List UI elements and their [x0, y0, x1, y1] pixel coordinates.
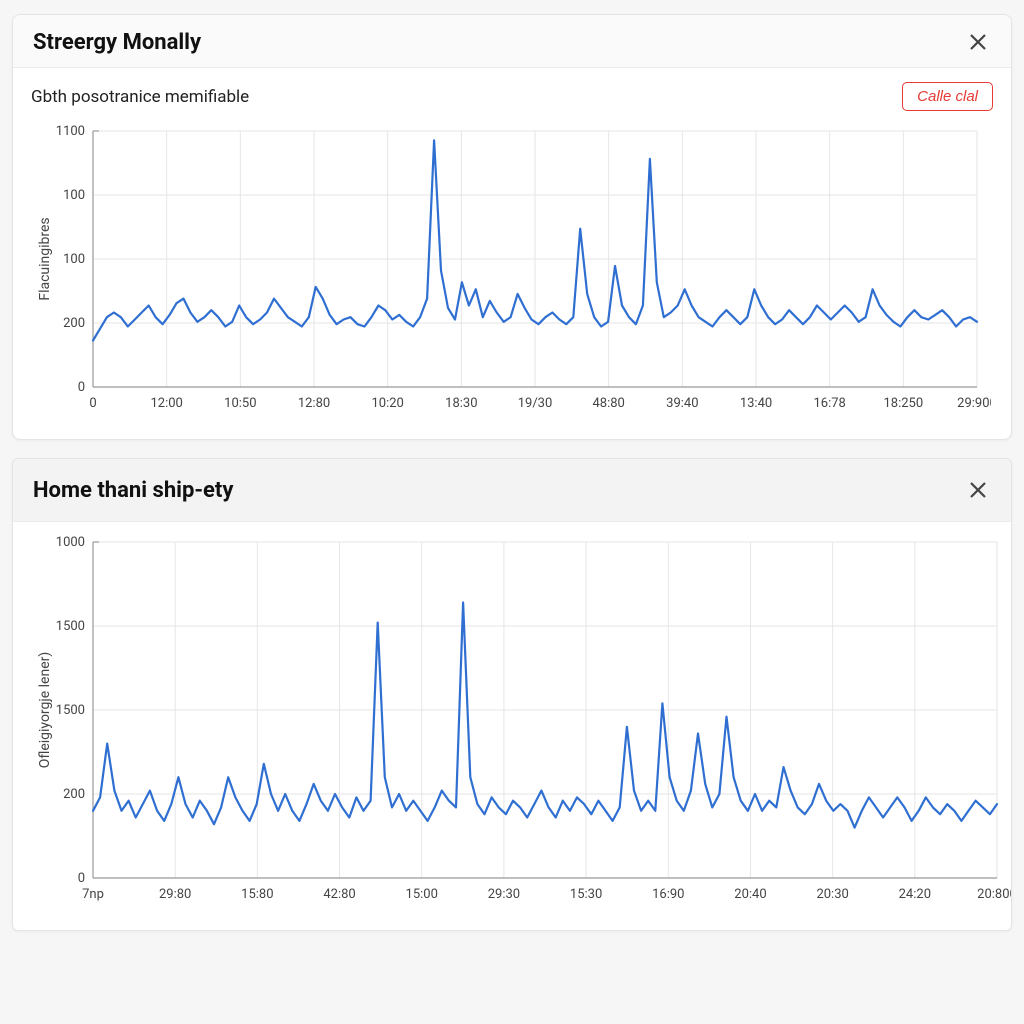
svg-text:39:40: 39:40: [666, 396, 698, 411]
panel-title: Streergy Monally: [33, 30, 201, 55]
svg-text:1500: 1500: [56, 703, 85, 718]
calle-clal-button[interactable]: Calle clal: [902, 82, 993, 111]
svg-text:18:250: 18:250: [883, 396, 923, 411]
svg-text:29:80: 29:80: [159, 887, 191, 902]
svg-text:15:30: 15:30: [570, 887, 602, 902]
svg-text:24:20: 24:20: [899, 887, 931, 902]
svg-text:20:800: 20:800: [977, 887, 1011, 902]
close-button[interactable]: [965, 477, 991, 503]
chart-area-1: 1100 100 100 200 00 12:00 10:50 12:80 10:20 18:30…: [13, 111, 1011, 439]
svg-text:100: 100: [63, 188, 85, 203]
line-chart-2: 1000 1500 1500 200 07np 29:80 15:80 42:80 15:00 2…: [31, 532, 1011, 912]
svg-text:12:00: 12:00: [150, 396, 182, 411]
svg-text:1000: 1000: [56, 535, 85, 550]
panel-home-thani: Home thani ship-ety 1000 1500 1500 200 07np 2…: [12, 458, 1012, 931]
svg-text:7np: 7np: [82, 887, 104, 902]
panel-title: Home thani ship-ety: [33, 478, 233, 503]
panel-subtitle: Gbth posotranice memifiable: [31, 87, 249, 107]
svg-text:10:50: 10:50: [224, 396, 256, 411]
svg-text:18:30: 18:30: [445, 396, 477, 411]
svg-text:0: 0: [78, 380, 85, 395]
close-icon: [969, 33, 987, 51]
panel-streergy: Streergy Monally Gbth posotranice memifi…: [12, 14, 1012, 440]
svg-text:19/30: 19/30: [518, 396, 553, 411]
close-icon: [969, 481, 987, 499]
svg-text:Flacuingibres: Flacuingibres: [37, 217, 53, 300]
svg-text:13:40: 13:40: [740, 396, 772, 411]
svg-text:200: 200: [63, 316, 85, 331]
svg-text:1100: 1100: [56, 124, 85, 139]
svg-text:10:20: 10:20: [371, 396, 403, 411]
svg-text:200: 200: [63, 787, 85, 802]
svg-text:16:78: 16:78: [813, 396, 845, 411]
svg-text:12:80: 12:80: [298, 396, 330, 411]
page: Streergy Monally Gbth posotranice memifi…: [0, 0, 1024, 931]
svg-text:20:40: 20:40: [734, 887, 766, 902]
svg-text:20:30: 20:30: [816, 887, 848, 902]
chart-area-2: 1000 1500 1500 200 07np 29:80 15:80 42:80 15:00 2…: [13, 522, 1011, 930]
svg-text:29:900: 29:900: [957, 396, 991, 411]
close-button[interactable]: [965, 29, 991, 55]
panel-header: Streergy Monally: [13, 15, 1011, 68]
svg-text:15:00: 15:00: [406, 887, 438, 902]
svg-text:0: 0: [78, 871, 85, 886]
svg-text:29:30: 29:30: [488, 887, 520, 902]
svg-text:42:80: 42:80: [323, 887, 355, 902]
line-chart-1: 1100 100 100 200 00 12:00 10:50 12:80 10:20 18:30…: [31, 121, 991, 421]
svg-text:1500: 1500: [56, 619, 85, 634]
svg-text:0: 0: [89, 396, 96, 411]
svg-text:15:80: 15:80: [241, 887, 273, 902]
panel-subheader: Gbth posotranice memifiable Calle clal: [13, 68, 1011, 111]
panel-header: Home thani ship-ety: [13, 459, 1011, 522]
svg-text:100: 100: [63, 252, 85, 267]
svg-text:16:90: 16:90: [652, 887, 684, 902]
svg-text:Ofleigiyorgje lener): Ofleigiyorgje lener): [37, 652, 53, 769]
svg-text:48:80: 48:80: [592, 396, 624, 411]
